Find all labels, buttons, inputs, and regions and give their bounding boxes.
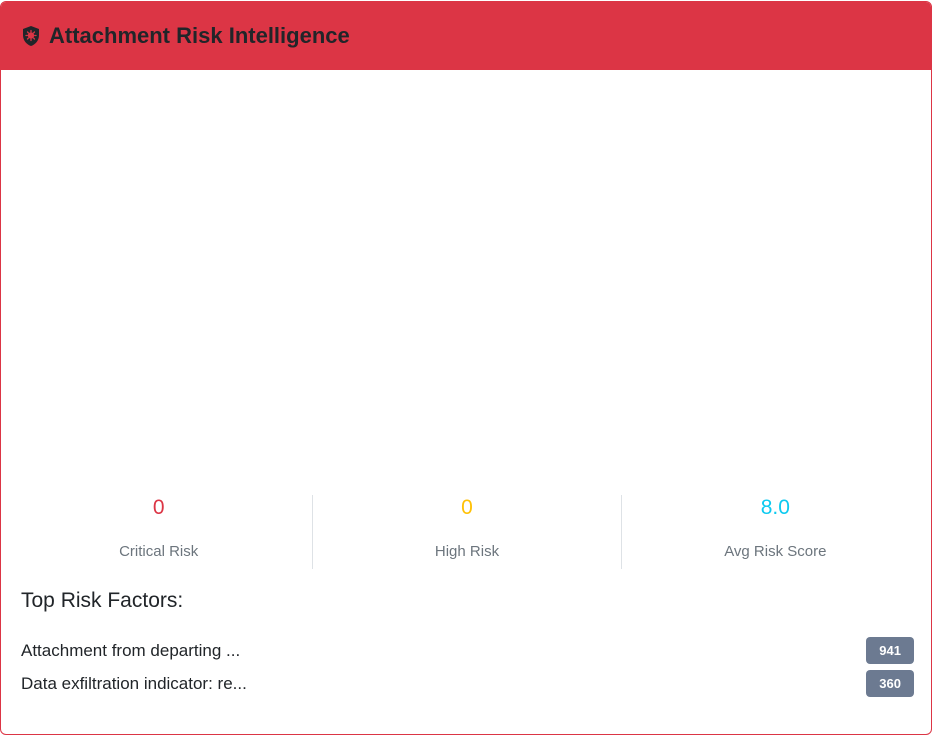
factor-label: Data exfiltration indicator: re...	[21, 673, 247, 693]
factor-count-badge: 941	[866, 637, 914, 664]
stat-label-critical: Critical Risk	[119, 543, 199, 560]
attachment-risk-card: Attachment Risk Intelligence 0 Critical …	[0, 1, 932, 735]
stat-avg-risk-score: 8.0 Avg Risk Score	[620, 495, 929, 569]
list-item: Data exfiltration indicator: re... 360	[21, 667, 914, 700]
stat-high-risk: 0 High Risk	[312, 495, 620, 569]
stat-label-avg: Avg Risk Score	[724, 543, 827, 560]
stat-value-avg: 8.0	[760, 496, 790, 519]
factor-count-badge: 360	[866, 670, 914, 697]
stat-value-high: 0	[461, 496, 473, 519]
shield-virus-icon	[20, 25, 42, 47]
top-risk-factors-title: Top Risk Factors:	[21, 589, 184, 612]
risk-stats: 0 Critical Risk 0 High Risk 8.0 Avg Risk…	[5, 495, 929, 569]
risk-factor-list: Attachment from departing ... 941 Data e…	[21, 634, 914, 700]
factor-label: Attachment from departing ...	[21, 640, 241, 660]
card-header: Attachment Risk Intelligence	[1, 2, 931, 70]
card-title: Attachment Risk Intelligence	[49, 23, 350, 48]
stat-critical-risk: 0 Critical Risk	[5, 495, 312, 569]
stat-value-critical: 0	[152, 496, 165, 519]
risk-chart-area	[1, 70, 931, 480]
list-item: Attachment from departing ... 941	[21, 634, 914, 667]
stat-label-high: High Risk	[434, 543, 500, 560]
